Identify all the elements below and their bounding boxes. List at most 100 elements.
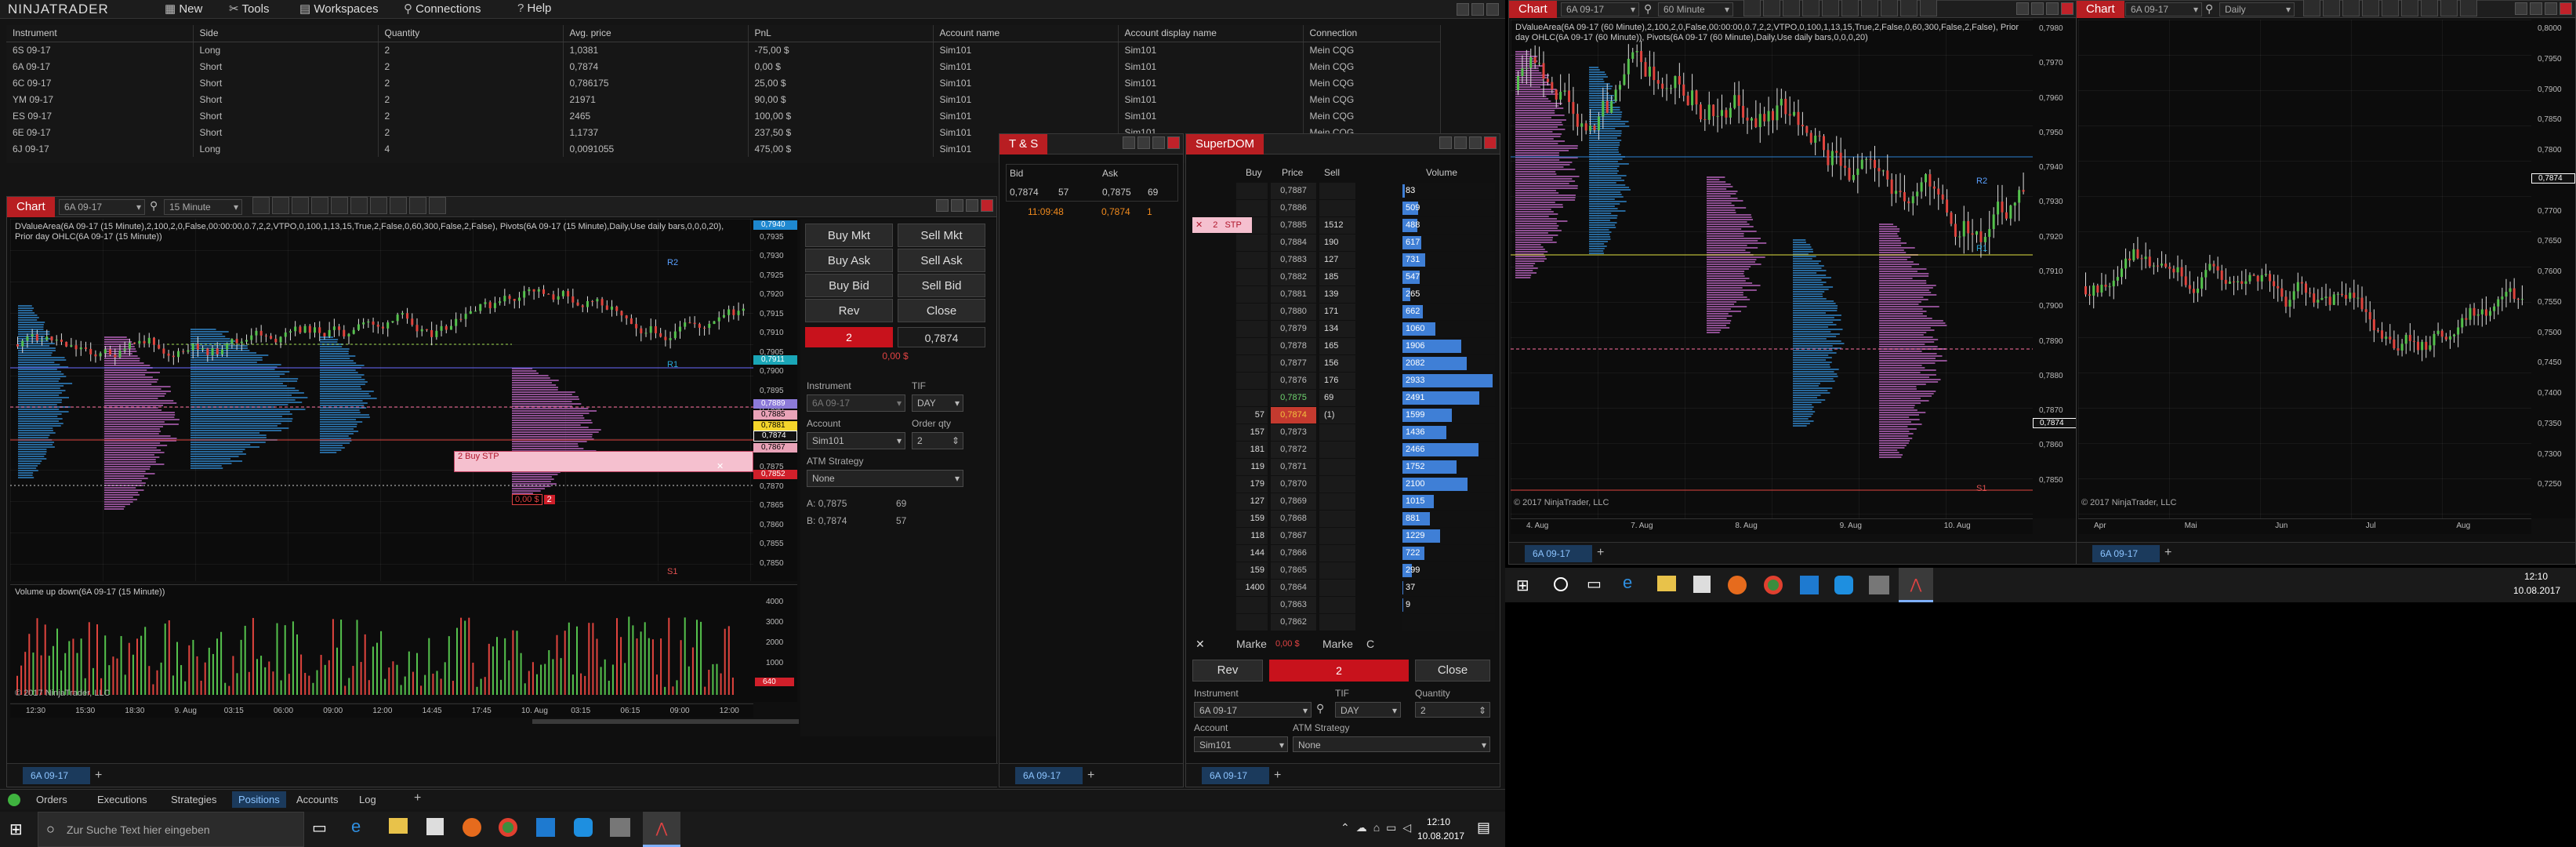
dom-sell-cell[interactable]	[1319, 597, 1355, 613]
table-row[interactable]: ES 09-17 Short 2 2465 100,00 $ Sim101 Sim101 Me…	[6, 107, 1441, 124]
dom-sell-cell[interactable]: 185	[1319, 269, 1355, 285]
indicators-icon[interactable]	[331, 197, 348, 214]
dom-buy-cell[interactable]	[1236, 234, 1268, 251]
col-connection[interactable]: Connection	[1303, 25, 1441, 42]
dom-sell-cell[interactable]	[1319, 424, 1355, 441]
chart1-instrument-tab[interactable]: 6A 09-17	[23, 767, 90, 784]
dom-sell-cell[interactable]: 69	[1319, 390, 1355, 406]
chart1-instrument-select[interactable]: 6A 09-17 ▾	[59, 199, 145, 215]
minimize-icon[interactable]	[1454, 136, 1467, 149]
chart2-time-axis[interactable]: 4. Aug 7. Aug 8. Aug 9. Aug 10. Aug	[1511, 518, 2033, 534]
minimize-icon[interactable]	[1457, 3, 1469, 16]
close-icon[interactable]	[1484, 136, 1497, 149]
taskbar-search-box[interactable]: ○ Zur Suche Text hier eingeben	[38, 812, 304, 847]
add-tab-icon[interactable]: +	[2164, 546, 2171, 560]
dom-price-cell[interactable]: 0,7874	[1271, 407, 1316, 424]
close-icon[interactable]	[1486, 3, 1499, 16]
network-app-icon[interactable]	[610, 818, 630, 837]
tab-orders[interactable]: Orders	[36, 794, 67, 805]
dom-price-cell[interactable]: 0,7870	[1271, 476, 1316, 493]
dom-price-cell[interactable]: 0,7869	[1271, 493, 1316, 510]
chart3-instrument-select[interactable]: 6A 09-17 ▾	[2125, 2, 2202, 16]
stepper-icon[interactable]: ⇕	[1478, 703, 1486, 718]
search-icon[interactable]: ⚲	[1316, 702, 1324, 715]
dom-sell-cell[interactable]: 176	[1319, 373, 1355, 389]
dom-row[interactable]: 1400 0,7864 37	[1192, 580, 1497, 597]
chart1-time-axis[interactable]: 12:30 15:30 18:30 9. Aug 03:15 06:00 09:00 12:0…	[10, 703, 753, 718]
dom-instrument-tab[interactable]: 6A 09-17	[1202, 767, 1269, 784]
dom-row[interactable]: 0,7863 9	[1192, 597, 1497, 614]
dom-sell-cell[interactable]	[1319, 442, 1355, 458]
dom-buy-cell[interactable]: 119	[1236, 459, 1268, 475]
bar-type-icon[interactable]	[1743, 0, 1761, 16]
dom-price-cell[interactable]: 0,7867	[1271, 528, 1316, 544]
buy-market-button[interactable]: Buy Mkt	[805, 224, 893, 247]
dom-buy-cell[interactable]	[1236, 597, 1268, 613]
search-icon[interactable]: ⚲	[1644, 2, 1652, 16]
bar-type-icon[interactable]	[2303, 0, 2320, 16]
add-tab-icon[interactable]: +	[95, 769, 102, 783]
dom-row[interactable]: 0,7862	[1192, 614, 1497, 631]
link-icon[interactable]	[936, 199, 949, 212]
teamviewer-icon[interactable]	[536, 818, 555, 837]
order-qty-stepper[interactable]: 2 ⇕	[912, 432, 963, 449]
col-avg-price[interactable]: Avg. price	[563, 25, 749, 42]
dom-price-cell[interactable]: 0,7877	[1271, 355, 1316, 372]
dom-buy-cell[interactable]: 181	[1236, 442, 1268, 458]
dom-price-cell[interactable]: 0,7871	[1271, 459, 1316, 475]
dom-row[interactable]: 157 0,7873 1436	[1192, 424, 1497, 442]
tab-accounts[interactable]: Accounts	[296, 794, 338, 805]
indicators-icon[interactable]	[1822, 0, 1839, 16]
dom-row[interactable]: 0,7877 156 2082	[1192, 355, 1497, 373]
menu-help[interactable]: ? Help	[517, 2, 551, 15]
windows-start-icon[interactable]: ⊞	[9, 820, 23, 839]
add-tab-icon[interactable]: +	[1087, 769, 1094, 783]
dom-price-cell[interactable]: 0,7880	[1271, 304, 1316, 320]
dom-row[interactable]: 159 0,7868 881	[1192, 511, 1497, 528]
skype-icon[interactable]	[1834, 576, 1853, 594]
table-row[interactable]: YM 09-17 Short 2 21971 90,00 $ Sim101 Sim101 Me…	[6, 91, 1441, 107]
edge-icon[interactable]: e	[351, 816, 361, 837]
store-icon[interactable]	[1693, 576, 1711, 593]
chart1-price-panel[interactable]: DValueArea(6A 09-17 (15 Minute),2,100,2,…	[10, 219, 753, 581]
atm-strategy-select[interactable]: None ▾	[807, 470, 963, 487]
dom-price-cell[interactable]: 0,7876	[1271, 373, 1316, 389]
col-account-display-name[interactable]: Account display name	[1118, 25, 1304, 42]
dom-sell-cell[interactable]	[1319, 493, 1355, 510]
tab-positions[interactable]: Positions	[232, 791, 286, 808]
menu-tools[interactable]: ✂ Tools	[229, 2, 270, 16]
dom-buy-cell[interactable]: 144	[1236, 545, 1268, 562]
chart3-price-panel[interactable]: © 2017 NinjaTrader, LLC	[2078, 20, 2531, 518]
dom-row[interactable]: 159 0,7865 299	[1192, 562, 1497, 580]
dom-price-cell[interactable]: 0,7864	[1271, 580, 1316, 596]
network-app-icon[interactable]	[1869, 576, 1889, 594]
chart-trader-icon[interactable]	[409, 197, 426, 214]
chart2-price-panel[interactable]: DValueArea(6A 09-17 (60 Minute),2,100,2,…	[1511, 20, 2033, 518]
dom-instrument-select[interactable]: 6A 09-17 ▾	[1194, 702, 1312, 718]
market-left[interactable]: Marke	[1236, 638, 1267, 650]
close-icon[interactable]	[1167, 136, 1180, 149]
dom-sell-cell[interactable]: 127	[1319, 252, 1355, 268]
data-box-icon[interactable]	[1920, 0, 1937, 16]
dom-price-cell[interactable]: 0,7872	[1271, 442, 1316, 458]
chart2-interval-select[interactable]: 60 Minute ▾	[1658, 2, 1733, 16]
close-icon[interactable]: ✕	[717, 462, 724, 471]
task-view-icon[interactable]: ▭	[312, 818, 327, 838]
dom-quantity-stepper[interactable]: 2 ⇕	[1415, 702, 1490, 718]
dom-stop-order-marker[interactable]: ✕ 2 STP	[1192, 217, 1252, 233]
chart1-interval-select[interactable]: 15 Minute ▾	[164, 199, 242, 215]
market-c[interactable]: C	[1366, 638, 1374, 650]
maximize-icon[interactable]	[1152, 136, 1165, 149]
instrument-select[interactable]: 6A 09-17 ▾	[807, 394, 905, 412]
minimize-icon[interactable]	[951, 199, 963, 212]
dom-buy-cell[interactable]	[1236, 338, 1268, 354]
strategies-icon[interactable]	[2401, 0, 2418, 16]
table-row[interactable]: 6A 09-17 Short 2 0,7874 0,00 $ Sim101 Sim101 Me…	[6, 58, 1441, 75]
dom-price-cell[interactable]: 0,7873	[1271, 424, 1316, 441]
chart1-price-axis[interactable]: 0,7935 0,7930 0,7925 0,7920 0,7915 0,7910 0,79…	[753, 219, 797, 581]
dom-row[interactable]: 0,7879 134 1060	[1192, 321, 1497, 338]
dom-price-cell[interactable]: 0,7886	[1271, 200, 1316, 216]
dom-sell-cell[interactable]	[1319, 562, 1355, 579]
dom-sell-cell[interactable]	[1319, 200, 1355, 216]
zoom-icon[interactable]	[292, 197, 309, 214]
